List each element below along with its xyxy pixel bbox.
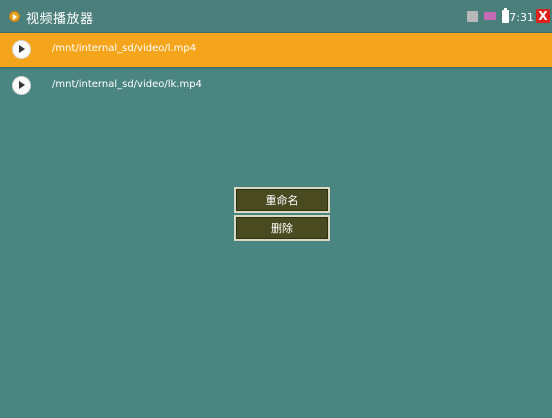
- close-icon[interactable]: X: [536, 9, 550, 23]
- window-title: 视频播放器: [26, 12, 94, 27]
- context-menu: 重命名 删除: [234, 187, 330, 243]
- play-icon[interactable]: [13, 77, 30, 94]
- video-player-app-icon: [9, 11, 20, 22]
- file-list: /mnt/internal_sd/video/l.mp4 /mnt/intern…: [0, 33, 552, 103]
- status-bar: 视频播放器 07:31 X: [0, 0, 552, 33]
- file-path: /mnt/internal_sd/video/l.mp4: [52, 43, 197, 54]
- file-row[interactable]: /mnt/internal_sd/video/l.mp4: [0, 33, 552, 67]
- play-icon[interactable]: [13, 41, 30, 58]
- plug-icon: [484, 12, 496, 20]
- sd-card-icon: [467, 11, 478, 22]
- rename-button[interactable]: 重命名: [234, 187, 330, 213]
- clock: 07:31: [502, 11, 534, 24]
- delete-button[interactable]: 删除: [234, 215, 330, 241]
- file-row[interactable]: /mnt/internal_sd/video/lk.mp4: [0, 69, 552, 103]
- file-path: /mnt/internal_sd/video/lk.mp4: [52, 79, 202, 90]
